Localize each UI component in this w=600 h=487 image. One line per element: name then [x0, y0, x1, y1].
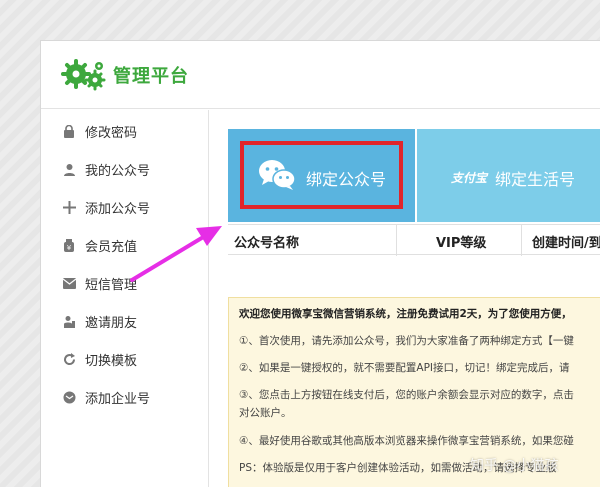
pointer-arrow-icon — [130, 226, 222, 282]
watermark: 知乎 @小猫孩 — [470, 458, 559, 474]
